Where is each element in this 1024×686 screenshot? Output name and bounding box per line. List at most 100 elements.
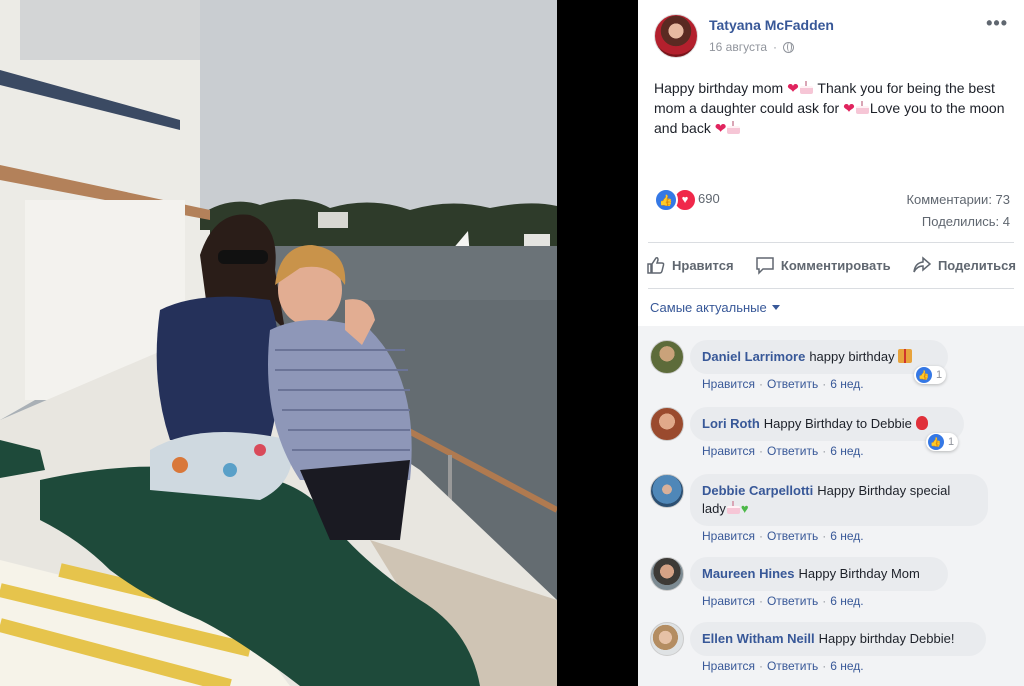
comment-reply-link[interactable]: Ответить bbox=[767, 659, 818, 673]
post-meta: 16 августа · bbox=[709, 40, 795, 54]
comment-reaction-badge[interactable]: 👍 1 bbox=[914, 366, 947, 384]
post-actions: Нравится Комментировать Поделиться bbox=[646, 252, 1016, 278]
comment-icon bbox=[756, 257, 774, 275]
like-reaction-icon: 👍 bbox=[654, 188, 678, 212]
commenter-avatar[interactable] bbox=[650, 557, 684, 591]
comment-time[interactable]: 6 нед. bbox=[830, 594, 863, 608]
comment-text: Happy birthday Debbie! bbox=[818, 631, 955, 646]
shares-count[interactable]: Поделились: 4 bbox=[922, 214, 1010, 229]
reaction-icons[interactable]: 👍 ♥ bbox=[654, 188, 697, 212]
meta-separator: · bbox=[758, 529, 763, 543]
comment-time[interactable]: 6 нед. bbox=[830, 529, 863, 543]
comment-item: Lori Roth Happy Birthday to Debbie 👍 1 Нр… bbox=[650, 407, 1012, 467]
comment-sort-label: Самые актуальные bbox=[650, 300, 767, 315]
meta-separator: · bbox=[758, 377, 763, 391]
comment-meta: Нравится · Ответить · 6 нед. bbox=[702, 659, 864, 673]
comment-item: Maureen Hines Happy Birthday Mom Нравится… bbox=[650, 557, 1012, 617]
comment-author[interactable]: Ellen Witham Neill bbox=[702, 631, 815, 646]
comments-count[interactable]: Комментарии: 73 bbox=[906, 192, 1010, 207]
comment-meta: Нравится · Ответить · 6 нед. bbox=[702, 594, 864, 608]
meta-separator: · bbox=[822, 377, 827, 391]
comment-bubble: Ellen Witham Neill Happy birthday Debbie! bbox=[690, 622, 986, 656]
comment-text: Happy Birthday Mom bbox=[798, 566, 920, 581]
like-button[interactable]: Нравится bbox=[646, 255, 734, 275]
share-icon bbox=[913, 256, 932, 273]
like-reaction-icon: 👍 bbox=[916, 367, 932, 383]
comment-like-link[interactable]: Нравится bbox=[702, 529, 755, 543]
like-button-label: Нравится bbox=[672, 257, 734, 273]
comment-reply-link[interactable]: Ответить bbox=[767, 529, 818, 543]
commenter-avatar[interactable] bbox=[650, 622, 684, 656]
divider bbox=[648, 242, 1014, 243]
comment-item: Daniel Larrimore happy birthday 👍 1 Нрави… bbox=[650, 340, 1012, 400]
meta-separator: · bbox=[822, 529, 827, 543]
post-date[interactable]: 16 августа bbox=[709, 40, 767, 54]
balloon-icon bbox=[915, 416, 928, 430]
comment-meta: Нравится · Ответить · 6 нед. bbox=[702, 377, 864, 391]
red-heart-icon: ❤ bbox=[843, 100, 855, 116]
globe-icon bbox=[783, 41, 795, 53]
comment-reaction-count: 1 bbox=[936, 369, 943, 381]
comment-reaction-badge[interactable]: 👍 1 bbox=[926, 433, 959, 451]
reaction-count[interactable]: 690 bbox=[698, 191, 720, 206]
meta-separator: · bbox=[758, 594, 763, 608]
dot-separator: · bbox=[773, 40, 778, 54]
comment-meta: Нравится · Ответить · 6 нед. bbox=[702, 529, 864, 543]
comment-reply-link[interactable]: Ответить bbox=[767, 377, 818, 391]
green-heart-icon: ♥ bbox=[740, 501, 749, 516]
comment-time[interactable]: 6 нед. bbox=[830, 444, 863, 458]
comment-meta: Нравится · Ответить · 6 нед. bbox=[702, 444, 864, 458]
commenter-avatar[interactable] bbox=[650, 407, 684, 441]
meta-separator: · bbox=[822, 659, 827, 673]
like-reaction-icon: 👍 bbox=[928, 434, 944, 450]
meta-separator: · bbox=[758, 444, 763, 458]
photo-illustration bbox=[0, 0, 557, 686]
comment-author[interactable]: Maureen Hines bbox=[702, 566, 794, 581]
birthday-cake-icon bbox=[726, 121, 741, 134]
comment-author[interactable]: Debbie Carpellotti bbox=[702, 483, 813, 498]
comment-text: happy birthday bbox=[809, 349, 895, 364]
comment-like-link[interactable]: Нравится bbox=[702, 444, 755, 458]
comment-reply-link[interactable]: Ответить bbox=[767, 594, 818, 608]
post-text-part-1: Happy birthday mom bbox=[654, 80, 788, 96]
meta-separator: · bbox=[822, 594, 827, 608]
author-avatar[interactable] bbox=[654, 14, 698, 58]
gift-icon bbox=[898, 349, 913, 363]
meta-separator: · bbox=[758, 659, 763, 673]
post-photo[interactable] bbox=[0, 0, 557, 686]
comment-time[interactable]: 6 нед. bbox=[830, 377, 863, 391]
comment-text: Happy Birthday to Debbie bbox=[763, 416, 912, 431]
comment-like-link[interactable]: Нравится bbox=[702, 594, 755, 608]
comment-bubble: Lori Roth Happy Birthday to Debbie bbox=[690, 407, 964, 441]
author-name[interactable]: Tatyana McFadden bbox=[709, 17, 834, 33]
birthday-cake-icon bbox=[726, 501, 741, 514]
comment-button-label: Комментировать bbox=[780, 257, 891, 273]
comment-bubble: Debbie Carpellotti Happy Birthday special… bbox=[690, 474, 988, 526]
divider bbox=[648, 288, 1014, 289]
more-options-icon[interactable]: ••• bbox=[986, 14, 1008, 32]
comment-reply-link[interactable]: Ответить bbox=[767, 444, 818, 458]
comment-like-link[interactable]: Нравится bbox=[702, 659, 755, 673]
commenter-avatar[interactable] bbox=[650, 340, 684, 374]
post-text: Happy birthday mom ❤ Thank you for being… bbox=[654, 78, 1009, 138]
red-heart-icon: ❤ bbox=[787, 80, 799, 96]
comment-button[interactable]: Комментировать bbox=[755, 255, 891, 275]
meta-separator: · bbox=[822, 444, 827, 458]
commenter-avatar[interactable] bbox=[650, 474, 684, 508]
share-button-label: Поделиться bbox=[937, 257, 1016, 273]
comment-author[interactable]: Daniel Larrimore bbox=[702, 349, 805, 364]
comment-bubble: Daniel Larrimore happy birthday bbox=[690, 340, 948, 374]
comment-like-link[interactable]: Нравится bbox=[702, 377, 755, 391]
comment-item: Ellen Witham Neill Happy birthday Debbie!… bbox=[650, 622, 1012, 682]
thumbs-up-icon bbox=[647, 257, 665, 274]
post-header: Tatyana McFadden 16 августа · ••• bbox=[654, 14, 1012, 60]
comment-author[interactable]: Lori Roth bbox=[702, 416, 760, 431]
comment-item: Debbie Carpellotti Happy Birthday special… bbox=[650, 474, 1012, 548]
comment-reaction-count: 1 bbox=[948, 436, 955, 448]
reactions-summary: 👍 ♥ 690 Комментарии: 73 Поделились: 4 bbox=[654, 186, 1010, 230]
comment-sort-dropdown[interactable]: Самые актуальные bbox=[650, 300, 780, 315]
share-button[interactable]: Поделиться bbox=[912, 255, 1016, 275]
comment-bubble: Maureen Hines Happy Birthday Mom bbox=[690, 557, 948, 591]
comment-time[interactable]: 6 нед. bbox=[830, 659, 863, 673]
birthday-cake-icon bbox=[855, 101, 870, 114]
